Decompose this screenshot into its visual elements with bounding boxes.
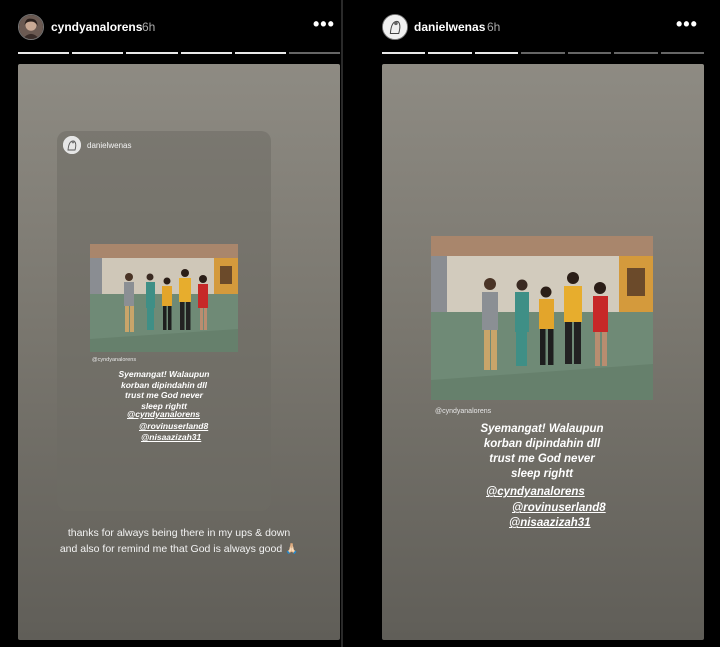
caption-line: sleep rightt xyxy=(511,468,573,480)
progress-segment xyxy=(288,52,341,54)
card-avatar-icon xyxy=(63,136,81,154)
more-options-icon[interactable]: ••• xyxy=(676,14,698,35)
story-progress-bar xyxy=(382,52,704,54)
mention-link[interactable]: @cyndyanalorens xyxy=(486,485,585,499)
story-panel-left: cyndyanalorens 6h ••• danielwenas @cyndy… xyxy=(0,0,341,647)
caption-line: trust me God never xyxy=(489,453,595,465)
story-header: cyndyanalorens 6h ••• xyxy=(0,0,341,60)
profile-avatar-icon[interactable] xyxy=(18,14,44,40)
story-photo xyxy=(90,244,238,352)
photo-credit: @cyndyanalorens xyxy=(92,357,137,363)
progress-segment xyxy=(18,52,70,54)
progress-segment xyxy=(126,52,178,54)
caption-line: trust me God never xyxy=(125,390,203,401)
progress-segment xyxy=(567,52,612,54)
story-caption: Syemangat! Walaupun korban dipindahin dl… xyxy=(432,422,652,482)
progress-segment xyxy=(382,52,426,54)
mention-link[interactable]: @rovinuserland8 xyxy=(139,421,208,432)
mention-link[interactable]: @nisaazizah31 xyxy=(509,516,591,530)
story-panel-right: danielwenas 6h ••• @cyndyanalorens Syema… xyxy=(343,0,720,647)
story-username[interactable]: danielwenas xyxy=(414,20,485,34)
story-username[interactable]: cyndyanalorens xyxy=(51,20,142,34)
story-content[interactable]: @cyndyanalorens Syemangat! Walaupun korb… xyxy=(382,64,704,640)
caption-line: Syemangat! Walaupun xyxy=(118,369,210,379)
progress-segment xyxy=(614,52,658,54)
progress-segment xyxy=(474,52,519,54)
caption-line: korban dipindahin dll xyxy=(121,379,207,390)
reply-line: thanks for always being there in my ups … xyxy=(67,527,291,539)
story-progress-bar xyxy=(18,52,341,54)
story-photo xyxy=(431,236,653,400)
more-options-icon[interactable]: ••• xyxy=(313,14,335,35)
reply-line: and also for remind me that God is alway… xyxy=(59,543,299,555)
progress-segment xyxy=(72,52,124,54)
story-caption: Syemangat! Walaupun korban dipindahin dl… xyxy=(91,369,237,412)
progress-segment xyxy=(234,52,286,54)
progress-segment xyxy=(660,52,704,54)
caption-line: Syemangat! Walaupun xyxy=(480,423,604,435)
story-header: danielwenas 6h ••• xyxy=(343,0,720,60)
mention-link[interactable]: @nisaazizah31 xyxy=(141,432,201,443)
mention-link[interactable]: @cyndyanalorens xyxy=(127,409,200,420)
progress-segment xyxy=(180,52,232,54)
profile-avatar-icon[interactable] xyxy=(382,14,408,40)
story-time: 6h xyxy=(487,20,501,34)
mention-link[interactable]: @rovinuserland8 xyxy=(512,501,606,515)
card-username: danielwenas xyxy=(87,141,132,150)
story-reply-text: thanks for always being there in my ups … xyxy=(18,525,340,557)
progress-segment xyxy=(428,52,472,54)
photo-credit: @cyndyanalorens xyxy=(435,408,492,415)
shared-story-card[interactable]: danielwenas @cyndyanalorens Syemangat! W… xyxy=(57,131,271,511)
story-content[interactable]: danielwenas @cyndyanalorens Syemangat! W… xyxy=(18,64,340,640)
caption-line: korban dipindahin dll xyxy=(483,438,601,450)
story-time: 6h xyxy=(142,20,156,34)
progress-segment xyxy=(521,52,565,54)
